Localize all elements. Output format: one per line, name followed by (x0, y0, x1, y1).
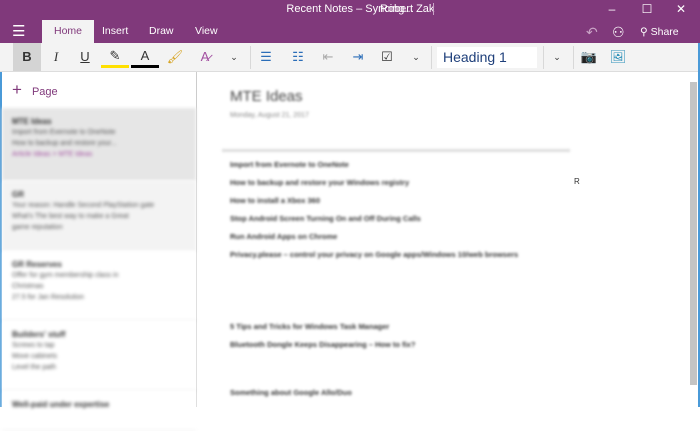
minimize-button[interactable]: – (597, 0, 627, 18)
page-title: Well-paid under expertise (12, 400, 110, 409)
page-meta: Article Ideas > MTE Ideas (12, 151, 93, 158)
note-line[interactable]: Stop Android Screen Turning On and Off D… (230, 214, 560, 223)
tab-insert[interactable]: Insert (90, 20, 140, 43)
page-list-item[interactable]: MTE Ideas Import from Evernote to OneNote… (2, 108, 196, 181)
hamburger-menu-icon[interactable]: ☰ (12, 24, 25, 39)
checkbox-icon[interactable]: ☑ (373, 43, 401, 71)
page-list-item[interactable]: Builders' stuff Screws to tap Move cabinet… (2, 321, 196, 391)
page-list: + Page MTE Ideas Import from Evernote to O… (0, 72, 197, 431)
page-title: GR Reserves (12, 260, 62, 269)
page-preview-line: What's The best way to make a Great (12, 213, 129, 220)
page-list-item[interactable]: GR Reserves Offer for gym membership clas… (2, 251, 196, 321)
note-line[interactable]: Run Android Apps on Chrome (230, 232, 560, 241)
page-preview-line: Christmas (12, 283, 44, 290)
page-preview-line: Import from Evernote to OneNote (12, 129, 116, 136)
note-line[interactable]: Bluetooth Dongle Keeps Disappearing – Ho… (230, 340, 560, 349)
note-line[interactable]: Import from Evernote to OneNote (230, 160, 560, 169)
user-name[interactable]: Robert Zak (380, 3, 434, 15)
page-preview-line: Your reason: Handle Second PlayStation g… (12, 202, 155, 209)
page-preview-line: 27.5 for Jan Resolution (12, 294, 84, 301)
note-line[interactable]: Privacy.please – control your privacy on… (230, 250, 560, 259)
note-title[interactable]: MTE Ideas (230, 88, 303, 105)
tab-draw[interactable]: Draw (137, 20, 186, 43)
indent-icon[interactable]: ⇥ (344, 43, 372, 71)
chevron-down-icon[interactable]: ⌄ (543, 43, 571, 71)
note-line[interactable]: Something about Google Allo/Duo (230, 388, 560, 397)
divider (431, 46, 432, 69)
page-title: Builders' stuff (12, 330, 66, 339)
camera-icon[interactable]: 📷 (575, 43, 603, 71)
divider (433, 3, 434, 15)
font-color-button[interactable]: A (131, 46, 159, 68)
account-icon[interactable]: ⚇ (612, 24, 625, 41)
note-line[interactable]: How to install a Xbox 360 (230, 196, 560, 205)
share-icon: ⚲ (640, 26, 651, 38)
page-preview-line: How to backup and restore your... (12, 140, 117, 147)
clear-formatting-icon[interactable]: A̷ (191, 43, 219, 71)
window-title: Recent Notes – Syncing... (286, 3, 414, 15)
note-canvas[interactable]: MTE Ideas Monday, August 21, 2017 Import… (198, 72, 688, 407)
numbered-list-icon[interactable]: ☷ (284, 43, 312, 71)
maximize-button[interactable]: ☐ (632, 0, 662, 18)
format-painter-icon[interactable]: 🖌 (161, 43, 189, 71)
scrollbar[interactable] (690, 82, 697, 385)
page-preview-line: Screws to tap (12, 342, 55, 349)
highlighter-icon[interactable]: ✎ (101, 46, 129, 68)
chevron-down-icon[interactable]: ⌄ (220, 43, 248, 71)
add-page-button[interactable]: + Page (2, 72, 196, 108)
note-line[interactable]: How to backup and restore your Windows r… (230, 178, 560, 187)
share-button[interactable]: ⚲ Share (640, 26, 679, 38)
page-preview-line: Move cabinets (12, 353, 58, 360)
note-line[interactable]: 5 Tips and Tricks for Windows Task Manag… (230, 322, 560, 331)
page-title: MTE Ideas (12, 117, 52, 126)
style-select[interactable]: Heading 1 (437, 47, 537, 68)
bold-button[interactable]: B (13, 43, 41, 71)
page-preview-line: game reputation (12, 224, 63, 231)
note-container[interactable]: Import from Evernote to OneNote How to ba… (222, 149, 570, 409)
page-title: GR (12, 190, 24, 199)
underline-button[interactable]: U (71, 43, 99, 71)
italic-button[interactable]: I (42, 43, 70, 71)
add-page-label: Page (31, 86, 58, 98)
page-list-item[interactable]: Well-paid under expertise (2, 391, 196, 431)
outdent-icon[interactable]: ⇤ (314, 43, 342, 71)
undo-icon[interactable]: ↶ (586, 24, 598, 41)
close-button[interactable]: ✕ (666, 0, 696, 18)
plus-icon: + (12, 80, 22, 99)
page-preview-line: Offer for gym membership class in (12, 272, 119, 279)
share-label: Share (650, 26, 679, 38)
divider (573, 46, 574, 69)
picture-icon[interactable]: 🖼 (604, 43, 632, 71)
tab-home[interactable]: Home (42, 20, 95, 43)
cursor-marker: R (574, 177, 580, 186)
note-date: Monday, August 21, 2017 (230, 112, 309, 119)
tab-view[interactable]: View (183, 20, 230, 43)
divider (250, 46, 251, 69)
page-list-item[interactable]: GR Your reason: Handle Second PlayStation… (2, 181, 196, 251)
chevron-down-icon[interactable]: ⌄ (402, 43, 430, 71)
page-preview-line: Level the path (12, 364, 56, 371)
title-bar: Recent Notes – Syncing... Robert Zak – ☐… (0, 0, 700, 43)
bullet-list-icon[interactable]: ☰ (252, 43, 280, 71)
toolbar: B I U ✎ A 🖌 A̷ ⌄ ☰ ☷ ⇤ ⇥ ☑ ⌄ Heading 1 ⌄… (0, 43, 700, 72)
